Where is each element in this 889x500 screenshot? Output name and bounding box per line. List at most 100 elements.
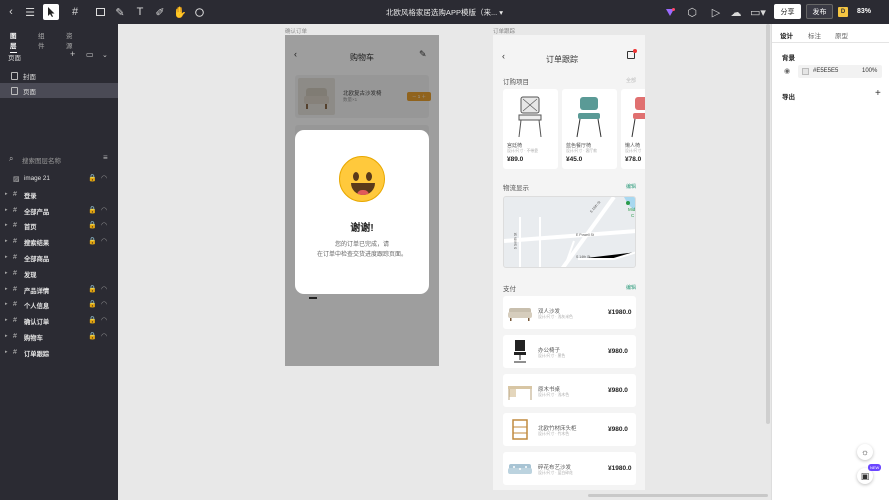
eye-icon[interactable]: ◠: [101, 285, 107, 293]
filter-icon[interactable]: ≡: [103, 153, 108, 162]
expand-arrow-icon[interactable]: ▸: [5, 333, 8, 339]
lock-icon[interactable]: 🔒: [88, 206, 97, 214]
layer-search[interactable]: ⌕ 搜索图层名称 ≡: [0, 152, 118, 166]
eye-icon[interactable]: ◠: [101, 221, 107, 229]
component-icon[interactable]: ⬡: [684, 4, 700, 20]
team-badge[interactable]: D: [838, 7, 848, 17]
layer-item[interactable]: ▸ # 全部商品: [0, 251, 118, 265]
layer-item[interactable]: ▸ # 购物车 🔒 ◠: [0, 330, 118, 344]
document-title[interactable]: 北欧风格家居选购APP模版（来...: [386, 8, 497, 17]
expand-arrow-icon[interactable]: ▸: [5, 191, 8, 197]
collapse-chevron-icon[interactable]: ⌄: [102, 51, 108, 59]
layer-item[interactable]: ▸ # 确认订单 🔒 ◠: [0, 314, 118, 328]
product-name: 懒人椅: [625, 143, 641, 149]
lock-icon[interactable]: 🔒: [88, 300, 97, 308]
tab-assets[interactable]: 资源: [66, 30, 73, 50]
hand-tool-icon[interactable]: ✋: [172, 4, 188, 20]
add-export-icon[interactable]: +: [875, 88, 881, 99]
color-swatch[interactable]: [802, 68, 809, 75]
visibility-eye-icon[interactable]: ◉: [784, 67, 790, 75]
vertical-scrollbar[interactable]: [766, 24, 770, 424]
expand-arrow-icon[interactable]: ▸: [5, 286, 8, 292]
background-opacity[interactable]: 100%: [862, 68, 877, 74]
tab-prototype[interactable]: 原型: [835, 30, 848, 40]
search-placeholder[interactable]: 搜索图层名称: [22, 155, 61, 165]
expand-arrow-icon[interactable]: ▸: [5, 349, 8, 355]
plugin-icon[interactable]: [662, 4, 678, 20]
payment-item: 双人沙发 设计/尺寸 · 浅灰米色 ¥1980.0: [503, 296, 636, 329]
tab-design[interactable]: 设计: [780, 30, 793, 43]
layer-item[interactable]: ▸ # 首页 🔒 ◠: [0, 219, 118, 233]
lock-icon[interactable]: 🔒: [88, 316, 97, 324]
eye-icon[interactable]: ◠: [101, 206, 107, 214]
lock-icon[interactable]: 🔒: [88, 221, 97, 229]
eye-icon[interactable]: ◠: [101, 300, 107, 308]
expand-arrow-icon[interactable]: ▸: [5, 207, 8, 213]
lock-icon[interactable]: 🔒: [88, 332, 97, 340]
eye-icon[interactable]: ◠: [101, 316, 107, 324]
layer-item[interactable]: ▸ # 个人信息 🔒 ◠: [0, 298, 118, 312]
layer-item[interactable]: ▸ # 产品详情 🔒 ◠: [0, 283, 118, 297]
payment-item-name: 办公椅子: [538, 348, 561, 354]
text-tool-icon[interactable]: T: [132, 4, 148, 20]
lock-icon[interactable]: 🔒: [88, 285, 97, 293]
shape-tool-icon[interactable]: [92, 4, 108, 20]
layer-item[interactable]: ▸ # 搜索结果 🔒 ◠: [0, 235, 118, 249]
canvas[interactable]: [118, 24, 771, 500]
expand-arrow-icon[interactable]: ▸: [5, 238, 8, 244]
move-tool-icon[interactable]: [43, 4, 59, 20]
map-road-label: S 14th St: [576, 255, 591, 259]
expand-arrow-icon[interactable]: ▸: [5, 254, 8, 260]
layer-name: 订单跟踪: [24, 350, 50, 358]
background-color-field[interactable]: #E5E5E5 100%: [798, 65, 882, 78]
sun-theme-icon[interactable]: ☼: [857, 444, 873, 460]
success-modal: 谢谢! 您的订单已完成，请 在订单中检查交货进度跟踪页面。: [295, 130, 429, 294]
lock-icon[interactable]: 🔒: [88, 237, 97, 245]
play-icon[interactable]: ▷: [708, 4, 724, 20]
frame-label-order-tracking[interactable]: 订单跟踪: [493, 27, 515, 35]
page-item-page[interactable]: 页面: [0, 83, 118, 98]
expand-arrow-icon[interactable]: ▸: [5, 222, 8, 228]
pen-tool-icon[interactable]: ✎: [112, 4, 128, 20]
frame-header: ‹ 订单跟踪: [493, 35, 645, 75]
frame-confirm-order[interactable]: ‹ 购物车 ✎ 北欧复古沙发椅 数量×1 － 1 ＋ 谢谢! 您的订单已完成，请…: [285, 35, 439, 366]
expand-arrow-icon[interactable]: ▸: [5, 301, 8, 307]
tab-components[interactable]: 组件: [38, 30, 45, 50]
lock-icon[interactable]: 🔒: [88, 174, 97, 182]
layer-item[interactable]: ▨ image 21 🔒 ◠: [0, 172, 118, 186]
layer-item[interactable]: ▸ # 发现: [0, 267, 118, 281]
page-item-cover[interactable]: 封面: [0, 68, 118, 83]
product-card: 宫廷椅 设计/尺寸 · 不带靠 ¥89.0: [503, 89, 558, 169]
payment-item: 原木书桌 设计/尺寸 · 浅木色 ¥980.0: [503, 374, 636, 407]
layer-item[interactable]: ▸ # 登录: [0, 188, 118, 202]
zoom-level[interactable]: 83%: [857, 8, 871, 15]
background-hex[interactable]: #E5E5E5: [813, 68, 838, 74]
device-preview-icon[interactable]: ▭▾: [750, 4, 766, 20]
folder-icon[interactable]: ▭: [86, 50, 94, 59]
publish-button[interactable]: 发布: [806, 4, 833, 19]
add-page-icon[interactable]: +: [70, 49, 75, 59]
payment-item-sub: 设计/尺寸 · 蓝白碎花: [538, 471, 573, 475]
frame-order-tracking[interactable]: ‹ 订单跟踪 订购项目 全部 宫廷椅 设计/尺寸 · 不带靠 ¥89.0 蓝色餐…: [493, 35, 645, 490]
eye-icon[interactable]: ◠: [101, 237, 107, 245]
eye-icon[interactable]: ◠: [101, 332, 107, 340]
comment-tool-icon[interactable]: [191, 4, 207, 20]
share-button[interactable]: 分享: [774, 4, 801, 19]
pencil-tool-icon[interactable]: ✐: [152, 4, 168, 20]
frame-tool-icon[interactable]: #: [67, 4, 83, 20]
search-icon: ⌕: [9, 154, 14, 163]
layer-item[interactable]: ▸ # 订单跟踪: [0, 346, 118, 360]
back-icon[interactable]: ‹: [3, 4, 19, 20]
payment-item-sub: 设计/尺寸 · 竹木色: [538, 432, 570, 436]
menu-icon[interactable]: ☰: [22, 4, 38, 20]
horizontal-scrollbar[interactable]: [588, 494, 768, 497]
section-all-link: 全部: [626, 78, 637, 84]
frame-label-confirm-order[interactable]: 确认订单: [285, 27, 307, 35]
expand-arrow-icon[interactable]: ▸: [5, 317, 8, 323]
tab-layers[interactable]: 图层: [10, 30, 17, 53]
upload-icon[interactable]: ☁: [728, 4, 744, 20]
tab-annotate[interactable]: 标注: [808, 30, 821, 40]
expand-arrow-icon[interactable]: ▸: [5, 270, 8, 276]
eye-icon[interactable]: ◠: [101, 174, 107, 182]
layer-item[interactable]: ▸ # 全部产品 🔒 ◠: [0, 204, 118, 218]
